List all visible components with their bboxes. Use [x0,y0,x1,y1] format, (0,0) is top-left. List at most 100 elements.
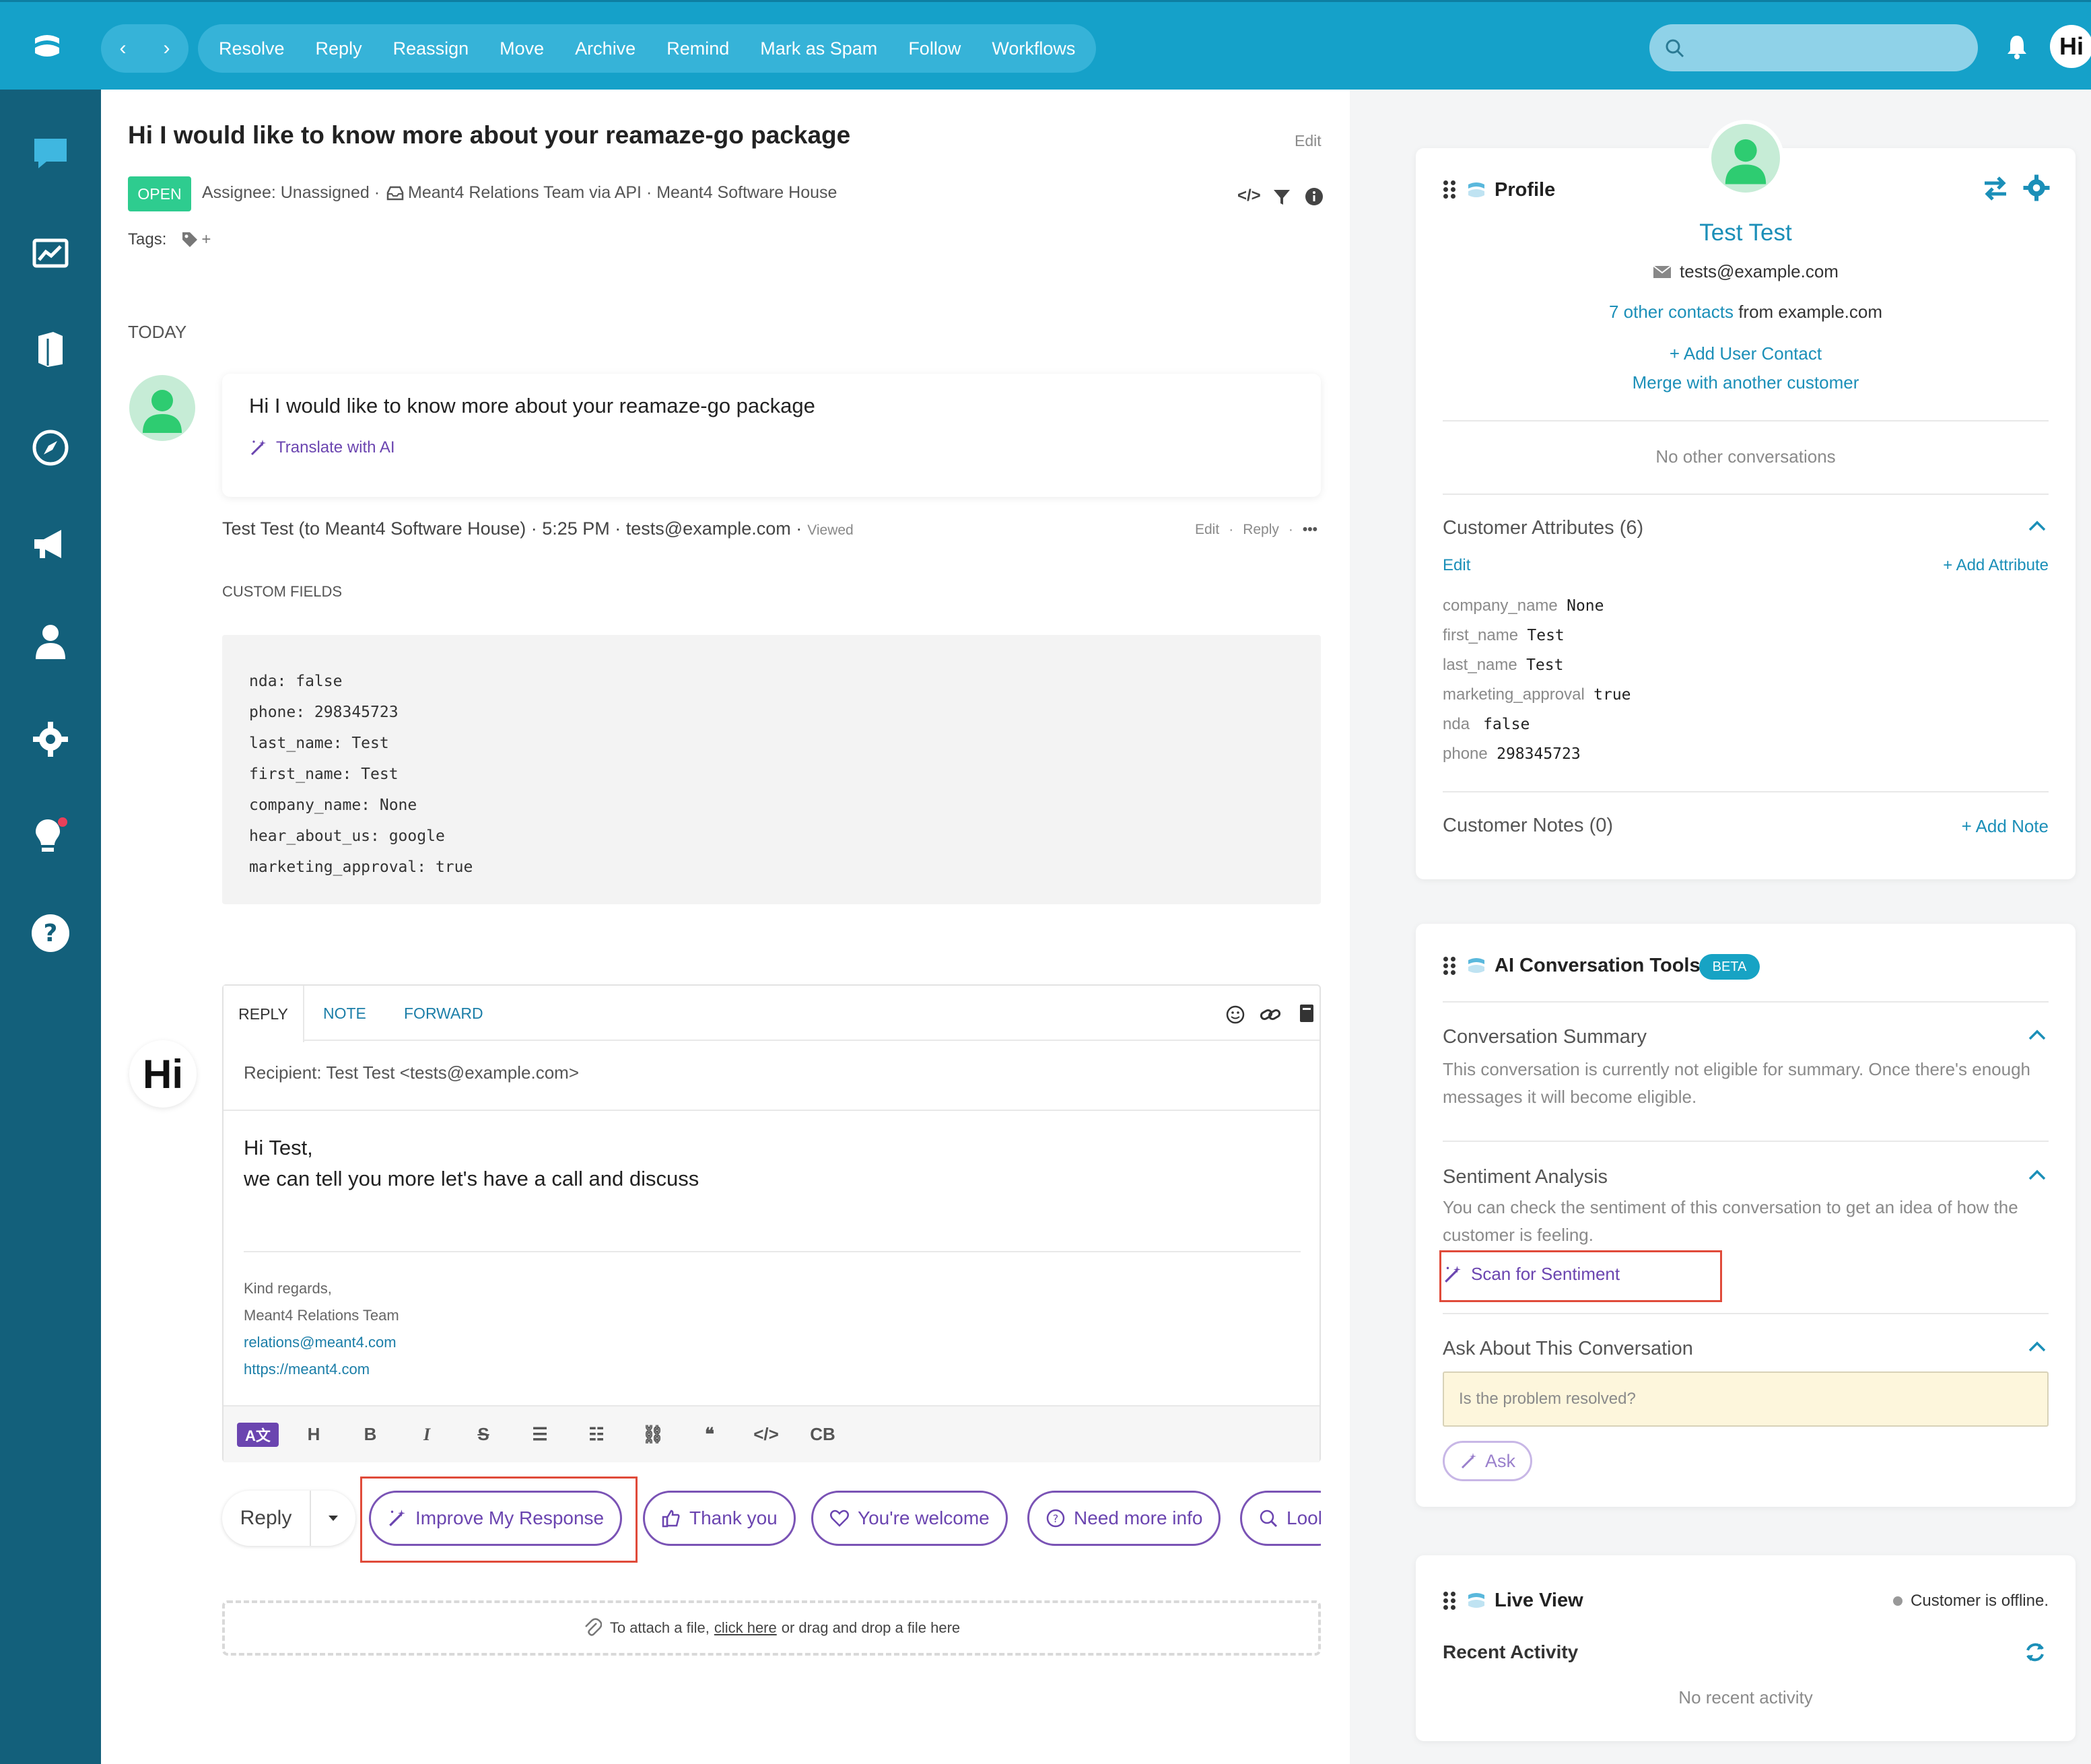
message-edit-link[interactable]: Edit [1195,522,1219,538]
info-icon[interactable] [1305,187,1324,206]
drag-handle-icon[interactable] [1443,1592,1455,1610]
tag-icon[interactable] [181,231,199,248]
ask-button[interactable]: Ask [1443,1441,1532,1481]
link-icon[interactable] [1259,1005,1282,1025]
drag-handle-icon[interactable] [1443,180,1455,199]
code-view-icon[interactable]: </> [1237,186,1261,205]
thank-you-button[interactable]: Thank you [643,1491,796,1546]
merge-customer-link[interactable]: Merge with another customer [1416,372,2076,393]
ask-question-input[interactable]: Is the problem resolved? [1443,1371,2049,1427]
italic-button[interactable]: I [399,1425,455,1445]
remind-button[interactable]: Remind [651,24,745,73]
no-recent-activity: No recent activity [1678,1687,1813,1707]
attributes-edit-link[interactable]: Edit [1443,556,1470,575]
reply-nav-button[interactable]: Reply [300,24,378,73]
customers-person-icon[interactable] [27,618,74,665]
app-logo-icon[interactable] [30,29,65,64]
collapse-chevron-up-icon[interactable] [2028,520,2047,532]
message-more-icon[interactable]: ••• [1303,522,1317,538]
recipient-line[interactable]: Recipient: Test Test <tests@example.com> [244,1062,579,1083]
settings-gear-icon[interactable] [27,716,74,763]
send-reply-button[interactable]: Reply [222,1507,310,1530]
ai-translate-badge[interactable]: A文 [237,1422,279,1447]
move-button[interactable]: Move [484,24,559,73]
assignee-label[interactable]: Assignee: Unassigned · [202,183,380,203]
ideas-lightbulb-icon[interactable] [27,813,74,860]
search-input[interactable] [1649,24,1978,71]
customer-attributes-title[interactable]: Customer Attributes (6) [1443,517,1643,539]
filter-icon[interactable] [1272,189,1291,206]
forward-arrow-icon[interactable]: › [145,24,188,73]
bold-button[interactable]: B [342,1424,399,1445]
tab-forward[interactable]: FORWARD [404,1005,483,1023]
knowledge-base-icon[interactable] [27,325,74,372]
archive-button[interactable]: Archive [559,24,651,73]
tab-note[interactable]: NOTE [323,1005,366,1023]
numbered-list-button[interactable]: ☷ [568,1424,625,1445]
attach-click-here-link[interactable]: click here [714,1619,777,1637]
channel-source: Meant4 Relations Team via API · Meant4 S… [408,183,837,202]
reply-body[interactable]: Hi Test, we can tell you more let's have… [244,1132,699,1194]
reply-options-chevron-icon[interactable] [311,1514,355,1522]
need-more-info-button[interactable]: ? Need more info [1027,1491,1221,1546]
insert-link-button[interactable]: ⛓ [625,1424,681,1445]
campaigns-megaphone-icon[interactable] [27,520,74,568]
heading-button[interactable]: H [285,1424,342,1445]
signature-url-link[interactable]: https://meant4.com [244,1356,399,1383]
no-other-conversations: No other conversations [1655,446,1836,467]
envelope-icon [1653,265,1672,278]
drag-handle-icon[interactable] [1443,957,1455,975]
user-avatar[interactable]: Hi [2050,25,2091,68]
custom-field: company_name: None [249,796,417,814]
emoji-icon[interactable] [1225,1005,1245,1025]
attachment-dropzone[interactable]: To attach a file, click here or drag and… [222,1600,1321,1656]
sentiment-analysis-title[interactable]: Sentiment Analysis [1443,1166,1608,1188]
add-note-link[interactable]: + Add Note [1905,816,2049,837]
tab-reply[interactable]: REPLY [224,986,304,1042]
status-badge[interactable]: OPEN [128,176,191,211]
code-button[interactable]: </> [738,1424,794,1445]
youre-welcome-button[interactable]: You're welcome [811,1491,1008,1546]
custom-field: hear_about_us: google [249,827,445,845]
strikethrough-button[interactable]: S [455,1424,512,1445]
look-button[interactable]: Look [1240,1491,1321,1546]
svg-text:?: ? [44,920,58,947]
add-attribute-link[interactable]: + Add Attribute [1905,556,2049,575]
collapse-chevron-up-icon[interactable] [2028,1029,2047,1041]
profile-settings-gear-icon[interactable] [2022,174,2051,202]
collapse-chevron-up-icon[interactable] [2028,1169,2047,1181]
message-reply-link[interactable]: Reply [1243,522,1279,538]
back-arrow-icon[interactable]: ‹ [101,24,145,73]
notifications-bell-icon[interactable] [2005,33,2029,63]
workflows-button[interactable]: Workflows [976,24,1091,73]
conversation-summary-title[interactable]: Conversation Summary [1443,1026,1647,1048]
code-block-button[interactable]: CB [794,1424,851,1445]
ask-about-conversation-title[interactable]: Ask About This Conversation [1443,1338,1693,1360]
reply-editor: REPLY NOTE FORWARD Recipient: Test Test … [222,984,1321,1462]
conversations-icon[interactable] [27,130,74,177]
collapse-chevron-up-icon[interactable] [2028,1341,2047,1353]
help-question-icon[interactable]: ? [27,910,74,957]
customer-name[interactable]: Test Test [1416,219,2076,246]
quote-button[interactable]: ❝ [681,1424,738,1445]
swap-arrows-icon[interactable] [1981,174,2010,203]
message-meta: Test Test (to Meant4 Software House) · 5… [222,518,854,539]
reassign-button[interactable]: Reassign [378,24,485,73]
conversation-summary-text: This conversation is currently not eligi… [1443,1059,2030,1107]
refresh-icon[interactable] [2024,1641,2047,1664]
title-edit-link[interactable]: Edit [1295,132,1322,150]
mark-as-spam-button[interactable]: Mark as Spam [745,24,893,73]
add-user-contact-link[interactable]: + Add User Contact [1416,343,2076,364]
translate-with-ai-button[interactable]: Translate with AI [249,438,395,457]
live-view-title: Live View [1495,1590,1583,1611]
custom-field: marketing_approval: true [249,858,473,876]
knowledge-book-icon[interactable] [1298,1003,1315,1025]
bullet-list-button[interactable]: ☰ [512,1424,568,1445]
explore-compass-icon[interactable] [27,424,74,471]
signature-email-link[interactable]: relations@meant4.com [244,1329,399,1356]
other-contacts-link[interactable]: 7 other contacts [1609,302,1734,322]
reports-icon[interactable] [27,230,74,277]
resolve-button[interactable]: Resolve [203,24,300,73]
follow-button[interactable]: Follow [893,24,976,73]
add-tag-button[interactable]: + [201,230,211,249]
